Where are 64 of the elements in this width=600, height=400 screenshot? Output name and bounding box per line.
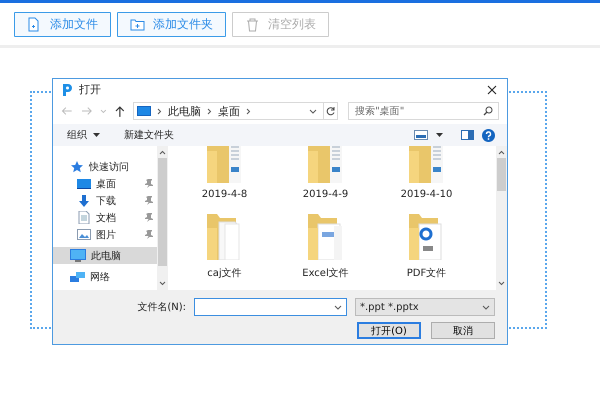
nav-item[interactable]: 桌面 xyxy=(53,175,157,192)
filename-label: 文件名(N): xyxy=(137,300,186,314)
view-icon[interactable] xyxy=(414,130,428,140)
help-icon[interactable] xyxy=(482,128,495,142)
file-name[interactable]: Excel文件 xyxy=(302,266,349,280)
breadcrumb-item[interactable]: 桌面 xyxy=(218,104,240,118)
address-bar[interactable]: 此电脑 桌面 xyxy=(132,102,324,120)
caret-icon[interactable] xyxy=(482,304,490,310)
file-name[interactable]: 2019-4-8 xyxy=(202,189,248,200)
caret-icon[interactable] xyxy=(93,133,100,137)
nav-item[interactable]: 快速访问 xyxy=(53,158,157,175)
trash-icon xyxy=(245,17,260,32)
nav-item[interactable]: 图片 xyxy=(53,226,157,243)
organize-menu[interactable]: 组织 xyxy=(67,128,87,142)
file-type-dropdown[interactable]: *.ppt *.pptx xyxy=(355,298,495,316)
scroll-thumb[interactable] xyxy=(158,158,167,266)
file-name[interactable]: caj文件 xyxy=(207,266,242,280)
file-name[interactable]: PDF文件 xyxy=(406,266,446,280)
dialog-title: 打开 xyxy=(79,82,101,97)
star-icon xyxy=(70,160,84,173)
picture-icon xyxy=(77,229,91,240)
search-field[interactable]: 搜索"桌面" xyxy=(348,102,499,120)
scroll-down-icon[interactable] xyxy=(498,281,505,286)
file-name[interactable]: 2019-4-10 xyxy=(400,189,452,200)
scroll-down-icon[interactable] xyxy=(159,281,166,286)
caret-icon[interactable] xyxy=(436,133,443,137)
download-arrow-icon xyxy=(77,194,91,206)
scroll-up-icon[interactable] xyxy=(498,150,505,155)
pin-icon[interactable] xyxy=(145,213,153,222)
refresh-icon xyxy=(326,106,336,116)
network-icon xyxy=(70,271,85,282)
scrollbar[interactable] xyxy=(496,146,507,290)
file-name[interactable]: 2019-4-9 xyxy=(302,189,348,200)
open-button[interactable]: 打开(O) xyxy=(357,322,421,339)
scroll-thumb[interactable] xyxy=(497,158,506,191)
nav-item[interactable]: 网络 xyxy=(53,268,157,285)
up-arrow-icon[interactable] xyxy=(115,106,125,116)
close-icon[interactable] xyxy=(487,84,497,94)
nav-item[interactable]: 此电脑 xyxy=(53,247,157,264)
preview-pane-icon[interactable] xyxy=(461,130,474,140)
chevron-icon[interactable] xyxy=(246,108,251,114)
caret-icon[interactable] xyxy=(334,304,342,310)
scrollbar[interactable] xyxy=(157,146,168,290)
breadcrumb-item[interactable]: 此电脑 xyxy=(168,104,201,118)
computer-icon xyxy=(136,106,151,116)
pin-icon[interactable] xyxy=(145,196,153,205)
desktop-icon xyxy=(77,178,91,188)
chevron-icon[interactable] xyxy=(156,108,162,114)
nav-item[interactable]: 下载 xyxy=(53,192,157,209)
folder-icon xyxy=(130,17,145,32)
new-folder-button[interactable]: 新建文件夹 xyxy=(124,128,174,142)
computer-icon xyxy=(70,249,86,262)
pin-icon[interactable] xyxy=(145,230,153,239)
pin-icon[interactable] xyxy=(145,179,153,188)
cancel-button[interactable]: 取消 xyxy=(431,322,495,339)
nav-item[interactable]: 文档 xyxy=(53,209,157,226)
search-icon[interactable] xyxy=(483,106,493,116)
scroll-up-icon[interactable] xyxy=(159,150,166,155)
filename-field[interactable] xyxy=(194,298,347,316)
chevron-icon[interactable] xyxy=(206,108,212,114)
caret-icon[interactable] xyxy=(309,108,318,114)
document-icon xyxy=(77,211,91,224)
app-logo-icon xyxy=(61,82,73,96)
refresh-button[interactable] xyxy=(323,102,338,120)
